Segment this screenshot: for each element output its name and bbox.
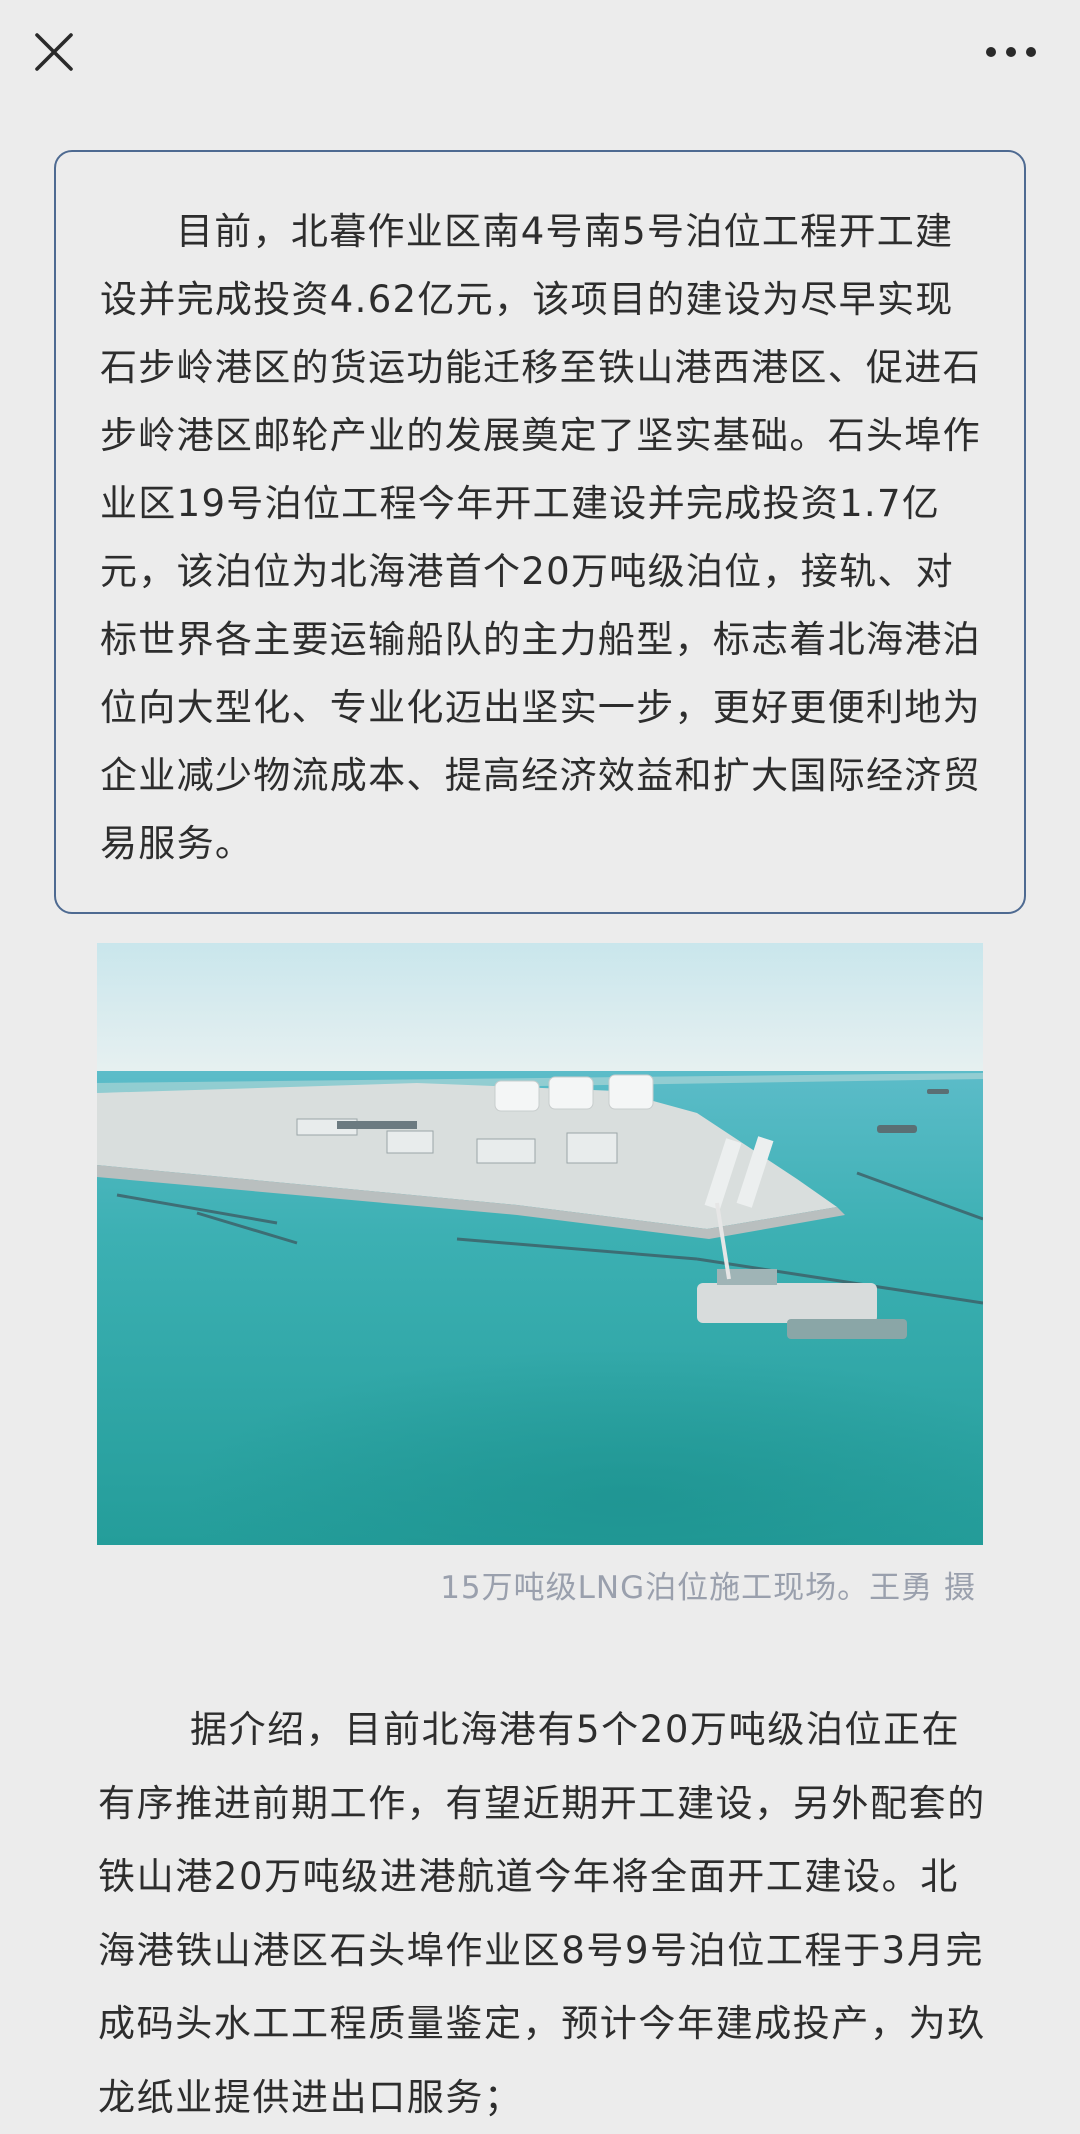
- port-construction-photo: [97, 943, 983, 1545]
- photo-caption: 15万吨级LNG泊位施工现场。王勇 摄: [440, 1570, 976, 1606]
- article-paragraph: 据介绍，目前北海港有5个20万吨级泊位正在有序推进前期工作，有望近期开工建设，另…: [98, 1708, 986, 2119]
- highlight-quote-box: 目前，北暮作业区南4号南5号泊位工程开工建设并完成投资4.62亿元，该项目的建设…: [54, 150, 1026, 914]
- more-horizontal-icon: [986, 47, 1036, 57]
- close-button[interactable]: [28, 26, 80, 78]
- top-bar: [0, 0, 1080, 110]
- quote-paragraph: 目前，北暮作业区南4号南5号泊位工程开工建设并完成投资4.62亿元，该项目的建设…: [100, 210, 981, 865]
- close-icon: [35, 33, 73, 71]
- more-options-button[interactable]: [982, 34, 1040, 70]
